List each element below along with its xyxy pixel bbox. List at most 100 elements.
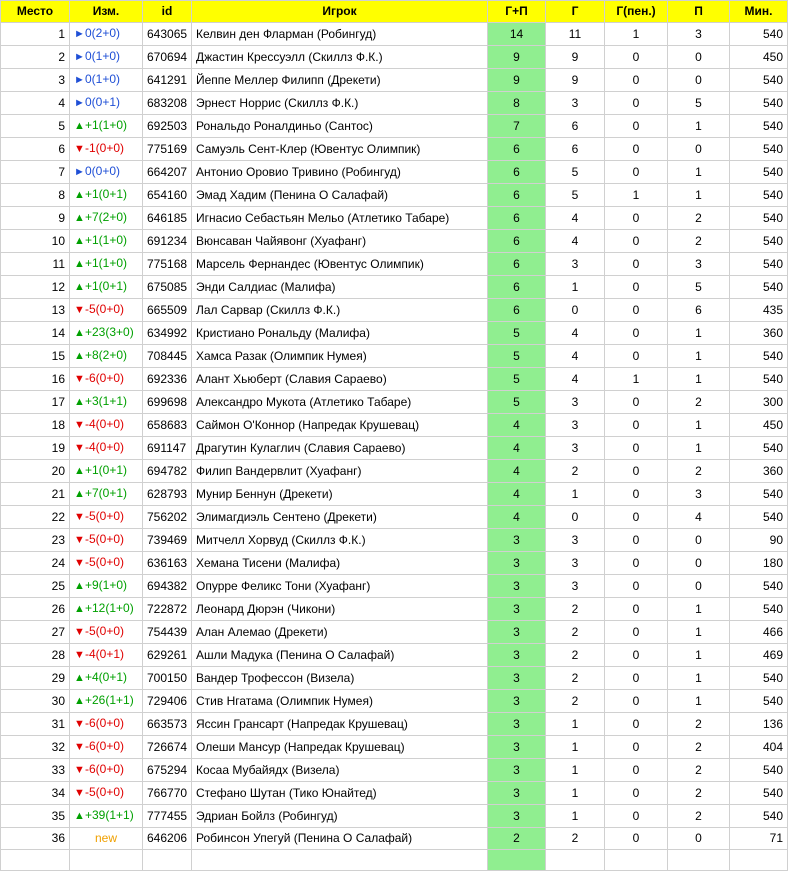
goals-cell: 4	[545, 367, 605, 391]
table-row[interactable]: 17 ▲+3(1+1) 699698 Александро Мукота (Атлет…	[0, 390, 788, 414]
place-cell: 22	[0, 505, 70, 529]
arrow-down-icon: ▼	[74, 373, 85, 385]
place-cell: 20	[0, 459, 70, 483]
penalty-goals-cell: 0	[604, 137, 668, 161]
player-cell: Леонард Дюрэн (Чикони)	[191, 597, 488, 621]
goals-cell: 1	[545, 482, 605, 506]
assists-cell: 0	[667, 574, 730, 598]
table-row[interactable]: 23 ▼-5(0+0) 739469 Митчелл Хорвуд (Скиллз Ф…	[0, 528, 788, 552]
header-penalty-goals[interactable]: Г(пен.)	[604, 0, 668, 23]
table-row[interactable]: 10 ▲+1(1+0) 691234 Вюнсаван Чайявонг (Хуафа…	[0, 229, 788, 253]
place-cell: 35	[0, 804, 70, 828]
change-cell: ►0(1+0)	[69, 68, 143, 92]
goals-cell: 5	[545, 160, 605, 184]
table-row[interactable]: 1 ►0(2+0) 643065 Келвин ден Фларман (Робинг…	[0, 22, 788, 46]
minutes-cell: 300	[729, 390, 788, 414]
table-row[interactable]: 4 ►0(0+1) 683208 Эрнест Норрис (Скиллз Ф.К.…	[0, 91, 788, 115]
table-row[interactable]: 21 ▲+7(0+1) 628793 Мунир Беннун (Дрекети) 4 1…	[0, 482, 788, 506]
table-row[interactable]: 28 ▼-4(0+1) 629261 Ашли Мадука (Пенина О Са…	[0, 643, 788, 667]
table-row[interactable]: 9 ▲+7(2+0) 646185 Игнасио Себастьян Мельо (…	[0, 206, 788, 230]
table-row[interactable]: 16 ▼-6(0+0) 692336 Алант Хьюберт (Славия Са…	[0, 367, 788, 391]
table-row[interactable]: 14 ▲+23(3+0) 634992 Кристиано Рональду (Мал…	[0, 321, 788, 345]
change-cell: ▲+1(1+0)	[69, 229, 143, 253]
table-row[interactable]: 2 ►0(1+0) 670694 Джастин Крессуэлл (Скиллз …	[0, 45, 788, 69]
change-cell: ▼-6(0+0)	[69, 712, 143, 736]
penalty-goals-cell: 0	[604, 436, 668, 460]
table-row[interactable]	[0, 849, 788, 871]
goals-plus-assists-cell: 4	[487, 459, 546, 483]
minutes-cell: 435	[729, 298, 788, 322]
table-row[interactable]: 15 ▲+8(2+0) 708445 Хамса Разак (Олимпик Нум…	[0, 344, 788, 368]
change-cell: ▲+39(1+1)	[69, 804, 143, 828]
header-goals[interactable]: Г	[545, 0, 605, 23]
place-cell: 13	[0, 298, 70, 322]
arrow-right-icon: ►	[74, 28, 85, 40]
header-assists[interactable]: П	[667, 0, 730, 23]
goals-plus-assists-cell: 4	[487, 436, 546, 460]
header-id[interactable]: id	[142, 0, 192, 23]
header-goals-plus-assists[interactable]: Г+П	[487, 0, 546, 23]
table-row[interactable]: 35 ▲+39(1+1) 777455 Эдриан Бойлз (Робингуд)…	[0, 804, 788, 828]
assists-cell: 2	[667, 390, 730, 414]
player-cell: Олеши Мансур (Напредак Крушевац)	[191, 735, 488, 759]
header-place[interactable]: Место	[0, 0, 70, 23]
assists-cell: 2	[667, 804, 730, 828]
player-cell: Эдриан Бойлз (Робингуд)	[191, 804, 488, 828]
header-change[interactable]: Изм.	[69, 0, 143, 23]
table-row[interactable]: 8 ▲+1(0+1) 654160 Эмад Хадим (Пенина О Сала…	[0, 183, 788, 207]
table-row[interactable]: 22 ▼-5(0+0) 756202 Элимагдиэль Сентено (Дре…	[0, 505, 788, 529]
table-row[interactable]: 19 ▼-4(0+0) 691147 Драгутин Кулаглич (Слави…	[0, 436, 788, 460]
player-cell: Кристиано Рональду (Малифа)	[191, 321, 488, 345]
table-row[interactable]: 30 ▲+26(1+1) 729406 Стив Нгатама (Олимпик Н…	[0, 689, 788, 713]
table-row[interactable]: 31 ▼-6(0+0) 663573 Яссин Грансарт (Напредак…	[0, 712, 788, 736]
id-cell: 665509	[142, 298, 192, 322]
header-minutes[interactable]: Мин.	[729, 0, 788, 23]
header-player[interactable]: Игрок	[191, 0, 488, 23]
change-cell: ▲+4(0+1)	[69, 666, 143, 690]
change-cell: ▲+26(1+1)	[69, 689, 143, 713]
table-row[interactable]: 34 ▼-5(0+0) 766770 Стефано Шутан (Тико Юнай…	[0, 781, 788, 805]
arrow-down-icon: ▼	[74, 764, 85, 776]
place-cell: 16	[0, 367, 70, 391]
table-row[interactable]: 26 ▲+12(1+0) 722872 Леонард Дюрэн (Чикони) 3…	[0, 597, 788, 621]
penalty-goals-cell: 0	[604, 252, 668, 276]
table-row[interactable]: 29 ▲+4(0+1) 700150 Вандер Трофессон (Визела…	[0, 666, 788, 690]
id-cell: 692336	[142, 367, 192, 391]
table-row[interactable]: 6 ▼-1(0+0) 775169 Самуэль Сент-Клер (Ювенту…	[0, 137, 788, 161]
table-row[interactable]: 25 ▲+9(1+0) 694382 Опурре Феликс Тони (Хуаф…	[0, 574, 788, 598]
table-row[interactable]: 7 ►0(0+0) 664207 Антонио Оровио Тривино (Ро…	[0, 160, 788, 184]
assists-cell: 2	[667, 206, 730, 230]
table-row[interactable]: 27 ▼-5(0+0) 754439 Алан Алемао (Дрекети) 3 2 0…	[0, 620, 788, 644]
change-cell: ▲+8(2+0)	[69, 344, 143, 368]
table-row[interactable]: 32 ▼-6(0+0) 726674 Олеши Мансур (Напредак К…	[0, 735, 788, 759]
place-cell: 14	[0, 321, 70, 345]
place-cell: 18	[0, 413, 70, 437]
change-value: +23(3+0)	[85, 325, 134, 339]
change-value: 0(1+0)	[85, 72, 121, 86]
goals-cell: 11	[545, 22, 605, 46]
penalty-goals-cell: 0	[604, 597, 668, 621]
penalty-goals-cell: 0	[604, 528, 668, 552]
goals-cell: 3	[545, 528, 605, 552]
table-row[interactable]: 20 ▲+1(0+1) 694782 Филип Вандервлит (Хуафан…	[0, 459, 788, 483]
minutes-cell: 540	[729, 275, 788, 299]
goals-plus-assists-cell: 2	[487, 827, 546, 850]
table-row[interactable]: 24 ▼-5(0+0) 636163 Хемана Тисени (Малифа) 3 3…	[0, 551, 788, 575]
player-cell: Саймон О'Коннор (Напредак Крушевац)	[191, 413, 488, 437]
table-row[interactable]: 36 new 646206 Робинсон Упегуй (Пенина О Сал…	[0, 827, 788, 850]
arrow-up-icon: ▲	[74, 396, 85, 408]
table-row[interactable]: 13 ▼-5(0+0) 665509 Лал Сарвар (Скиллз Ф.К.)…	[0, 298, 788, 322]
place-cell: 26	[0, 597, 70, 621]
id-cell: 646206	[142, 827, 192, 850]
goals-cell: 3	[545, 91, 605, 115]
goals-cell: 2	[545, 620, 605, 644]
penalty-goals-cell: 1	[604, 22, 668, 46]
table-row[interactable]: 12 ▲+1(0+1) 675085 Энди Салдиас (Малифа) 6 1 0…	[0, 275, 788, 299]
goals-cell: 3	[545, 252, 605, 276]
table-row[interactable]: 18 ▼-4(0+0) 658683 Саймон О'Коннор (Напреда…	[0, 413, 788, 437]
table-row[interactable]: 3 ►0(1+0) 641291 Йеппе Меллер Филипп (Дреке…	[0, 68, 788, 92]
table-row[interactable]: 5 ▲+1(1+0) 692503 Рональдо Роналдиньо (Сант…	[0, 114, 788, 138]
player-cell: Самуэль Сент-Клер (Ювентус Олимпик)	[191, 137, 488, 161]
table-row[interactable]: 33 ▼-6(0+0) 675294 Косаа Мубайядх (Визела) 3…	[0, 758, 788, 782]
table-row[interactable]: 11 ▲+1(1+0) 775168 Марсель Фернандес (Ювент…	[0, 252, 788, 276]
